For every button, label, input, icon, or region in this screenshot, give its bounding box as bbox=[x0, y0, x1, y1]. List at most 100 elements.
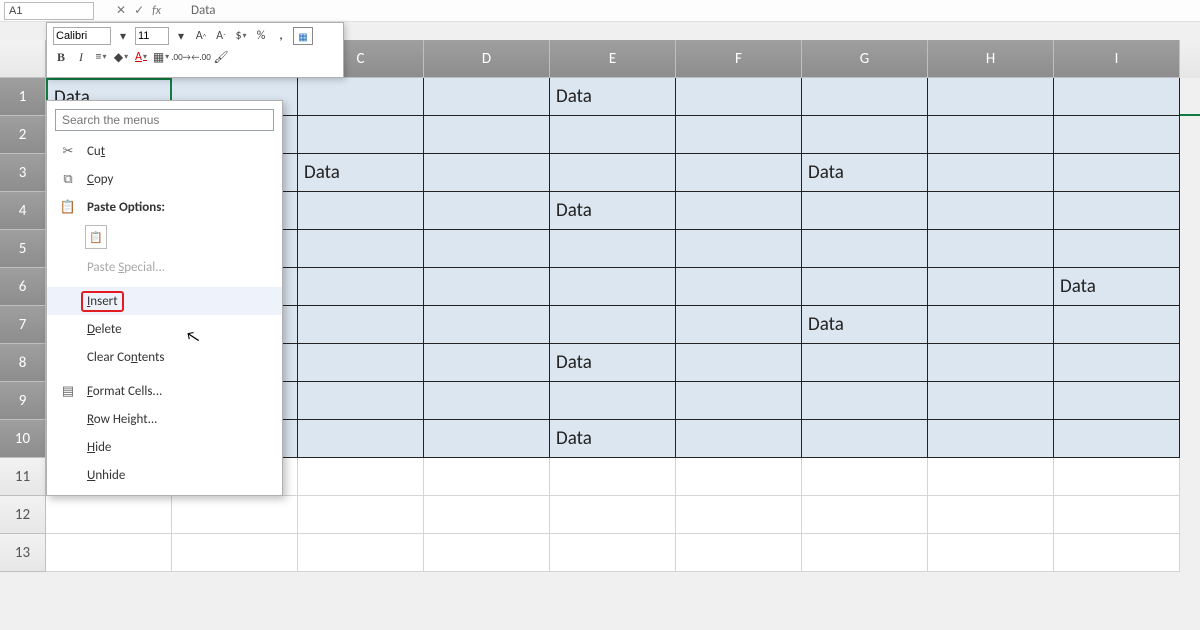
cell[interactable] bbox=[1054, 306, 1180, 344]
col-header-G[interactable]: G bbox=[802, 40, 928, 78]
cell[interactable] bbox=[298, 344, 424, 382]
cell[interactable] bbox=[928, 154, 1054, 192]
cell[interactable] bbox=[424, 496, 550, 534]
cell[interactable] bbox=[928, 496, 1054, 534]
row-header[interactable]: 6 bbox=[0, 268, 46, 306]
cell[interactable] bbox=[172, 496, 298, 534]
cell[interactable] bbox=[676, 458, 802, 496]
menu-row-height[interactable]: Row Height... bbox=[47, 405, 282, 433]
cell[interactable] bbox=[298, 268, 424, 306]
cell[interactable] bbox=[1054, 78, 1180, 116]
font-size-dropdown-icon[interactable]: ▾ bbox=[173, 28, 189, 44]
cell[interactable] bbox=[298, 78, 424, 116]
table-format-icon[interactable]: ▦ bbox=[293, 27, 313, 45]
row-header[interactable]: 12 bbox=[0, 496, 46, 534]
cell[interactable] bbox=[676, 268, 802, 306]
percent-icon[interactable]: % bbox=[253, 28, 269, 44]
cell[interactable] bbox=[1054, 116, 1180, 154]
cell[interactable] bbox=[1054, 344, 1180, 382]
cell[interactable] bbox=[928, 306, 1054, 344]
menu-hide[interactable]: Hide bbox=[47, 433, 282, 461]
cell[interactable]: Data bbox=[802, 154, 928, 192]
cell[interactable] bbox=[172, 534, 298, 572]
cell[interactable] bbox=[676, 534, 802, 572]
cell[interactable] bbox=[424, 534, 550, 572]
col-header-F[interactable]: F bbox=[676, 40, 802, 78]
cell[interactable] bbox=[424, 268, 550, 306]
cell[interactable] bbox=[1054, 382, 1180, 420]
cell[interactable] bbox=[802, 534, 928, 572]
cell[interactable]: Data bbox=[1054, 268, 1180, 306]
cell[interactable] bbox=[676, 496, 802, 534]
row-header[interactable]: 7 bbox=[0, 306, 46, 344]
cell[interactable] bbox=[802, 268, 928, 306]
cell[interactable] bbox=[802, 458, 928, 496]
cell[interactable] bbox=[676, 382, 802, 420]
align-icon[interactable]: ≡ bbox=[93, 49, 109, 65]
cell[interactable] bbox=[298, 458, 424, 496]
cell[interactable] bbox=[550, 458, 676, 496]
paste-icon[interactable]: 📋 bbox=[85, 225, 107, 249]
menu-clear-contents[interactable]: Clear Contents bbox=[47, 343, 282, 371]
cell[interactable] bbox=[550, 154, 676, 192]
cell[interactable] bbox=[676, 192, 802, 230]
row-header[interactable]: 11 bbox=[0, 458, 46, 496]
cell[interactable] bbox=[1054, 534, 1180, 572]
cell[interactable] bbox=[46, 534, 172, 572]
menu-search-input[interactable] bbox=[55, 109, 274, 131]
cell[interactable] bbox=[1054, 230, 1180, 268]
cell[interactable] bbox=[802, 78, 928, 116]
bold-button[interactable]: B bbox=[53, 49, 69, 65]
cell[interactable]: Data bbox=[550, 78, 676, 116]
row-header[interactable]: 13 bbox=[0, 534, 46, 572]
font-name-dropdown-icon[interactable]: ▾ bbox=[115, 28, 131, 44]
cell[interactable] bbox=[46, 496, 172, 534]
cell[interactable]: Data bbox=[550, 344, 676, 382]
borders-icon[interactable]: ▦ bbox=[153, 49, 169, 65]
cell[interactable] bbox=[550, 306, 676, 344]
menu-insert[interactable]: Insert bbox=[47, 287, 282, 315]
menu-unhide[interactable]: Unhide bbox=[47, 461, 282, 489]
increase-decimal-icon[interactable]: .00→ bbox=[173, 49, 189, 65]
cell[interactable] bbox=[802, 382, 928, 420]
decrease-decimal-icon[interactable]: ←.00 bbox=[193, 49, 209, 65]
cell[interactable] bbox=[1054, 192, 1180, 230]
cancel-icon[interactable]: ✕ bbox=[116, 3, 126, 18]
cell[interactable] bbox=[676, 420, 802, 458]
currency-icon[interactable]: $ bbox=[233, 28, 249, 44]
cell[interactable]: Data bbox=[298, 154, 424, 192]
cell[interactable] bbox=[802, 420, 928, 458]
col-header-E[interactable]: E bbox=[550, 40, 676, 78]
cell[interactable] bbox=[676, 154, 802, 192]
name-box[interactable] bbox=[4, 2, 94, 20]
menu-copy[interactable]: ⧉ Copy bbox=[47, 165, 282, 193]
font-color-icon[interactable]: A bbox=[133, 49, 149, 65]
cell[interactable] bbox=[802, 116, 928, 154]
row-header[interactable]: 9 bbox=[0, 382, 46, 420]
cell[interactable] bbox=[928, 344, 1054, 382]
menu-delete[interactable]: Delete bbox=[47, 315, 282, 343]
cell[interactable] bbox=[424, 116, 550, 154]
cell[interactable]: Data bbox=[802, 306, 928, 344]
cell[interactable] bbox=[928, 192, 1054, 230]
font-size-select[interactable] bbox=[135, 27, 169, 45]
row-header[interactable]: 2 bbox=[0, 116, 46, 154]
cell[interactable] bbox=[676, 116, 802, 154]
row-header[interactable]: 1 bbox=[0, 78, 46, 116]
cell[interactable] bbox=[550, 534, 676, 572]
increase-font-icon[interactable]: A^ bbox=[193, 28, 209, 44]
row-header[interactable]: 8 bbox=[0, 344, 46, 382]
cell[interactable] bbox=[928, 78, 1054, 116]
col-header-D[interactable]: D bbox=[424, 40, 550, 78]
cell[interactable] bbox=[424, 154, 550, 192]
col-header-I[interactable]: I bbox=[1054, 40, 1180, 78]
select-all-triangle[interactable] bbox=[0, 40, 46, 78]
cell[interactable] bbox=[802, 496, 928, 534]
row-header[interactable]: 10 bbox=[0, 420, 46, 458]
cell[interactable] bbox=[550, 268, 676, 306]
cell[interactable] bbox=[298, 192, 424, 230]
cell[interactable] bbox=[928, 268, 1054, 306]
cell[interactable] bbox=[676, 230, 802, 268]
cell[interactable] bbox=[1054, 496, 1180, 534]
cell[interactable] bbox=[550, 230, 676, 268]
